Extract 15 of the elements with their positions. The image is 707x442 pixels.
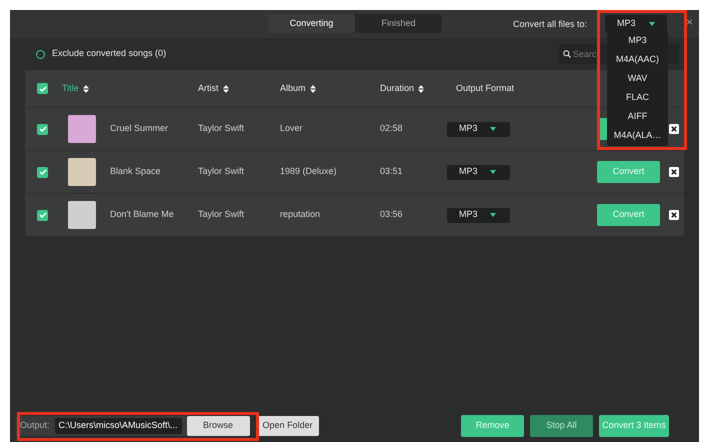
duration-cell-text: 02:58 (380, 122, 404, 136)
exclude-label: Exclude converted songs (0) (52, 47, 166, 60)
album-cell-text: reputation (280, 208, 322, 222)
album-cell-text: 1989 (Deluxe) (280, 165, 338, 178)
artist-cell-text: Taylor Swift (198, 122, 246, 136)
duration-cell-text: 03:51 (380, 165, 404, 178)
song-title: Blank Space (110, 165, 162, 178)
artist-cell-text: Taylor Swift (198, 165, 246, 178)
song-title: Don't Blame Me (110, 208, 175, 222)
album-cell-text: Lover (280, 122, 304, 136)
output-label: Output: (20, 419, 50, 432)
song-title: Cruel Summer (110, 122, 170, 136)
duration-cell-text: 03:56 (380, 208, 404, 222)
convert-all-label: Convert all files to: (513, 18, 588, 31)
artist-cell-text: Taylor Swift (198, 208, 246, 222)
